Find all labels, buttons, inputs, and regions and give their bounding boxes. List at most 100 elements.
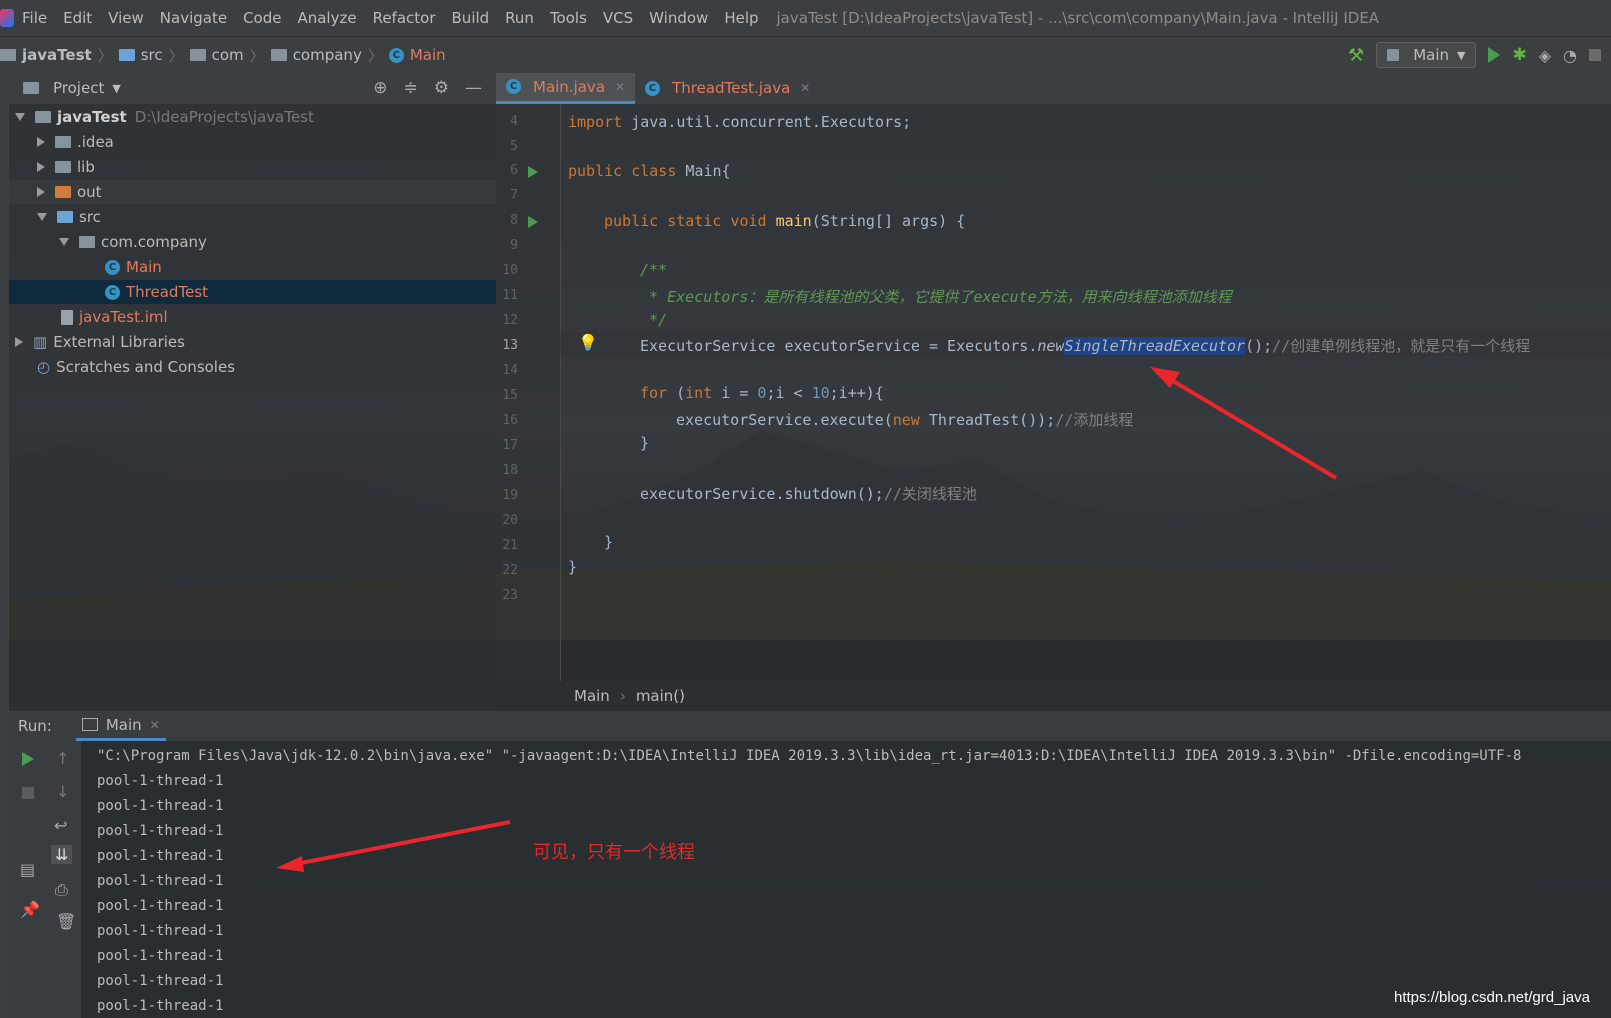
intellij-logo-icon	[0, 9, 14, 27]
soft-wrap-icon[interactable]: ↩	[54, 816, 67, 835]
close-icon[interactable]: ✕	[150, 718, 160, 732]
menu-tools[interactable]: Tools	[542, 9, 595, 27]
crumb-company[interactable]: company	[293, 46, 362, 64]
code-token: main	[775, 212, 812, 230]
tree-node-label: out	[77, 183, 102, 201]
line-number: 18	[502, 463, 518, 478]
project-view-label[interactable]: Project	[53, 79, 104, 97]
crumb-main[interactable]: Main	[410, 46, 446, 64]
tab-threadtest-java[interactable]: C ThreadTest.java ✕	[635, 72, 820, 104]
crumb-com[interactable]: com	[212, 46, 244, 64]
menu-refactor[interactable]: Refactor	[365, 9, 444, 27]
profiler-icon[interactable]: ◔	[1563, 46, 1577, 65]
stop-icon[interactable]	[22, 787, 34, 799]
run-panel-header: Run: Main ✕	[9, 711, 1611, 741]
code-token: import	[568, 113, 623, 131]
tree-node-main[interactable]: C Main	[9, 255, 496, 279]
project-folder-icon	[0, 49, 16, 61]
code-line-12: */	[640, 311, 668, 329]
print-icon[interactable]: ⎙	[55, 880, 68, 900]
run-tab-label: Main	[105, 715, 142, 734]
tree-node-scratches[interactable]: ◴ Scratches and Consoles	[9, 355, 496, 379]
code-line-10: /**	[640, 261, 668, 279]
locate-target-icon[interactable]: ⊕	[373, 78, 387, 98]
run-toolbar-left	[9, 741, 81, 1018]
minimize-icon[interactable]: —	[465, 78, 482, 98]
menu-navigate[interactable]: Navigate	[152, 9, 235, 27]
tree-node-src[interactable]: src	[9, 205, 496, 229]
collapse-all-icon[interactable]: ≑	[404, 78, 418, 98]
rerun-icon[interactable]	[22, 752, 34, 766]
tree-node-threadtest[interactable]: C ThreadTest	[9, 280, 496, 304]
menu-analyze[interactable]: Analyze	[289, 9, 364, 27]
run-panel-label: Run:	[18, 717, 52, 735]
gear-icon[interactable]: ⚙	[434, 78, 449, 98]
run-gutter-icon[interactable]	[528, 166, 538, 178]
expand-arrow-icon[interactable]	[37, 213, 47, 221]
build-hammer-icon[interactable]: ⚒	[1348, 45, 1364, 66]
menu-code[interactable]: Code	[235, 9, 289, 27]
tree-node-idea[interactable]: .idea	[9, 130, 496, 154]
layout-icon[interactable]: ▤	[20, 860, 35, 879]
menu-help[interactable]: Help	[716, 9, 766, 27]
code-token: for	[640, 384, 668, 402]
java-class-icon: C	[388, 47, 404, 63]
crumb-method[interactable]: main()	[636, 687, 685, 705]
menu-window[interactable]: Window	[641, 9, 716, 27]
menu-view[interactable]: View	[100, 9, 152, 27]
expand-arrow-icon[interactable]	[37, 162, 45, 172]
expand-arrow-icon[interactable]	[37, 137, 45, 147]
scroll-to-end-icon[interactable]: ⇊	[51, 845, 73, 864]
arrow-down-icon[interactable]: ↓	[56, 782, 69, 801]
tab-label: Main.java	[533, 77, 606, 96]
lightbulb-icon[interactable]: 💡	[578, 333, 598, 352]
tree-node-out[interactable]: out	[9, 180, 496, 204]
run-icon[interactable]	[1488, 47, 1501, 63]
tree-node-label: javaTest.iml	[79, 308, 168, 326]
expand-arrow-icon[interactable]	[15, 113, 25, 121]
coverage-icon[interactable]: ◈	[1539, 46, 1551, 65]
tree-node-label: com.company	[101, 233, 207, 251]
menu-edit[interactable]: Edit	[55, 9, 100, 27]
run-tab-main[interactable]: Main ✕	[75, 711, 166, 741]
scratches-icon: ◴	[37, 358, 51, 376]
tab-main-java[interactable]: C Main.java ✕	[496, 72, 636, 104]
crumb-project[interactable]: javaTest	[22, 46, 92, 64]
expand-arrow-icon[interactable]	[37, 187, 45, 197]
module-folder-icon	[35, 111, 51, 123]
run-configuration-select[interactable]: Main ▼	[1376, 42, 1477, 68]
expand-arrow-icon[interactable]	[59, 238, 69, 246]
code-line-21: }	[604, 533, 614, 551]
code-comment: //关闭线程池	[883, 485, 977, 503]
line-number: 12	[502, 313, 518, 328]
tree-node-lib[interactable]: lib	[9, 155, 496, 179]
debug-bug-icon[interactable]: ✱	[1512, 45, 1526, 65]
menu-vcs[interactable]: VCS	[595, 9, 641, 27]
menu-run[interactable]: Run	[497, 9, 542, 27]
run-gutter-icon[interactable]	[528, 216, 538, 228]
stop-icon[interactable]	[1589, 49, 1601, 61]
console-output[interactable]	[81, 741, 1611, 1018]
tree-node-external-libraries[interactable]: ▥ External Libraries	[9, 330, 496, 354]
line-number: 8	[510, 213, 518, 228]
code-line-15: for (int i = 0;i < 10;i++){	[640, 384, 884, 402]
tree-node-root[interactable]: javaTest D:\IdeaProjects\javaTest	[9, 105, 496, 129]
code-token: 10	[811, 384, 830, 402]
arrow-up-icon[interactable]: ↑	[56, 749, 69, 768]
crumb-src[interactable]: src	[141, 46, 163, 64]
trash-icon[interactable]: 🗑	[56, 912, 76, 931]
tree-node-iml[interactable]: javaTest.iml	[9, 305, 496, 329]
menu-build[interactable]: Build	[444, 9, 498, 27]
code-token: ;i++){	[829, 384, 884, 402]
line-number: 20	[502, 513, 518, 528]
chevron-down-icon[interactable]: ▼	[112, 82, 120, 95]
console-output-line: pool-1-thread-1	[97, 773, 224, 789]
crumb-class[interactable]: Main	[574, 687, 610, 705]
tree-node-com-company[interactable]: com.company	[9, 230, 496, 254]
expand-arrow-icon[interactable]	[15, 337, 23, 347]
line-number: 11	[502, 288, 518, 303]
pin-icon[interactable]: 📌	[20, 900, 40, 919]
menu-file[interactable]: File	[14, 9, 55, 27]
close-icon[interactable]: ✕	[800, 81, 810, 95]
close-icon[interactable]: ✕	[615, 80, 625, 94]
